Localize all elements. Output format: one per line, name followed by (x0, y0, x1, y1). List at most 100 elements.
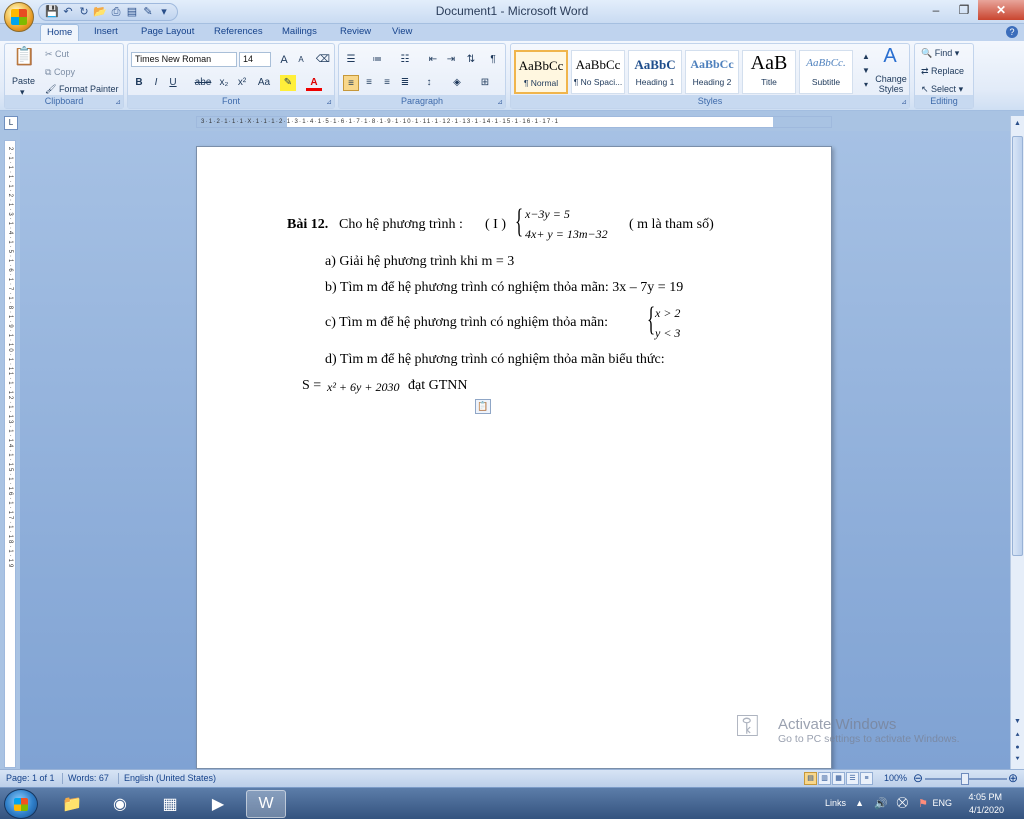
word-taskbar-icon[interactable]: W (246, 790, 286, 818)
paste-icon[interactable]: 📋 (13, 47, 35, 72)
font-name-dropdown[interactable]: Times New Roman (131, 52, 237, 67)
browser-icon[interactable]: ◉ (100, 790, 140, 818)
condition-1: x > 2 (655, 306, 681, 320)
font-dialog-launcher-icon[interactable]: ⊿ (326, 98, 332, 106)
close-button[interactable]: ✕ (978, 0, 1024, 20)
underline-button[interactable]: U (165, 75, 181, 91)
decrease-indent-icon[interactable]: ⇤ (425, 52, 441, 68)
sort-icon[interactable]: ⇅ (463, 52, 479, 68)
full-screen-reading-icon[interactable]: ▥ (818, 772, 831, 785)
volume-icon[interactable]: 🔊 (874, 797, 888, 810)
align-left-icon[interactable]: ≡ (343, 75, 359, 91)
shading-icon[interactable]: ◈ (449, 75, 465, 91)
subscript-button[interactable]: x₂ (216, 75, 232, 91)
zoom-slider-handle[interactable] (961, 773, 969, 785)
web-layout-icon[interactable]: ▦ (832, 772, 845, 785)
align-center-icon[interactable]: ≡ (361, 75, 377, 91)
superscript-button[interactable]: x² (234, 75, 250, 91)
action-center-icon[interactable]: ⚑ (918, 797, 928, 810)
styles-scroll-icon[interactable]: ▲ ▼ ▾ (858, 50, 874, 94)
previous-page-icon[interactable]: ⯅ (1011, 730, 1024, 742)
clipboard-dialog-launcher-icon[interactable]: ⊿ (115, 98, 121, 106)
style-heading-2[interactable]: AaBbCc Heading 2 (685, 50, 739, 94)
zoom-in-icon[interactable]: ⊕ (1008, 771, 1018, 785)
print-layout-icon[interactable]: ▤ (804, 772, 817, 785)
style-subtitle[interactable]: AaBbCc. Subtitle (799, 50, 853, 94)
file-explorer-icon[interactable]: 📁 (52, 790, 92, 818)
minimize-button[interactable]: – (922, 0, 950, 20)
bullets-icon[interactable]: ☰ (343, 52, 359, 68)
change-styles-icon[interactable]: A (879, 46, 901, 70)
highlight-icon[interactable]: ✎ (280, 75, 296, 91)
start-button[interactable] (4, 789, 38, 819)
draft-icon[interactable]: ≡ (860, 772, 873, 785)
style-normal[interactable]: AaBbCc ¶ Normal (514, 50, 568, 94)
tab-references[interactable]: References (208, 24, 269, 41)
media-player-icon[interactable]: ▶ (198, 790, 238, 818)
select-button[interactable]: ↖ Select ▾ (921, 84, 963, 95)
justify-icon[interactable]: ≣ (397, 75, 413, 91)
network-icon[interactable]: ⛒ (897, 797, 908, 810)
scroll-down-icon[interactable]: ▼ (1011, 716, 1024, 728)
vertical-ruler[interactable]: 2·1·1·1·1·2·1·3·1·4·1·5·1·6·1·7·1·8·1·9·… (4, 140, 16, 768)
style-no-spacing[interactable]: AaBbCc ¶ No Spaci... (571, 50, 625, 94)
show-formatting-icon[interactable]: ¶ (485, 52, 501, 68)
language-bar[interactable]: ENG (932, 798, 952, 808)
language-indicator[interactable]: English (United States) (124, 773, 216, 783)
tab-mailings[interactable]: Mailings (276, 24, 323, 41)
show-hidden-icons-icon[interactable]: ▲ (855, 798, 864, 808)
numbering-icon[interactable]: ≔ (369, 52, 385, 68)
style-title[interactable]: AaB Title (742, 50, 796, 94)
style-heading-1[interactable]: AaBbC Heading 1 (628, 50, 682, 94)
paste-options-icon[interactable]: 📋 (475, 399, 491, 414)
paste-button[interactable]: Paste (12, 76, 35, 86)
font-color-icon[interactable]: A (306, 75, 322, 91)
next-page-icon[interactable]: ⯆ (1011, 754, 1024, 766)
tab-home[interactable]: Home (40, 24, 80, 41)
find-button[interactable]: 🔍 Find ▾ (921, 48, 959, 59)
vertical-scrollbar[interactable]: ▲ ▼ ⯅ ● ⯆ (1010, 116, 1024, 769)
zoom-out-icon[interactable]: ⊖ (913, 771, 923, 785)
format-painter-button[interactable]: 🖌 Format Painter (45, 84, 118, 95)
word-count[interactable]: Words: 67 (68, 773, 109, 783)
select-browse-object-icon[interactable]: ● (1011, 742, 1024, 754)
strikethrough-button[interactable]: abe (192, 75, 214, 91)
tab-review[interactable]: Review (334, 24, 377, 41)
zoom-level[interactable]: 100% (884, 773, 907, 783)
document-page[interactable]: Bài 12. Cho hệ phương trình : ( I ) { x−… (196, 146, 832, 769)
restore-button[interactable]: ❐ (950, 0, 978, 20)
align-right-icon[interactable]: ≡ (379, 75, 395, 91)
tab-view[interactable]: View (386, 24, 418, 41)
styles-dialog-launcher-icon[interactable]: ⊿ (901, 98, 907, 106)
clock-time[interactable]: 4:05 PM (968, 792, 1002, 802)
grow-font-button[interactable]: A (276, 52, 292, 68)
clock-date[interactable]: 4/1/2020 (969, 805, 1004, 815)
paragraph-dialog-launcher-icon[interactable]: ⊿ (497, 98, 503, 106)
cut-button[interactable]: ✂ Cut (45, 49, 69, 60)
page-count[interactable]: Page: 1 of 1 (6, 773, 55, 783)
shrink-font-button[interactable]: A (293, 52, 309, 68)
italic-button[interactable]: I (148, 75, 164, 91)
scrollbar-thumb[interactable] (1012, 136, 1023, 556)
ruler-toggle-button[interactable]: L (4, 116, 18, 130)
change-styles-button[interactable]: Change Styles (874, 74, 908, 94)
app-icon[interactable]: ▦ (150, 790, 190, 818)
change-case-button[interactable]: Aa (254, 75, 274, 91)
outline-icon[interactable]: ☰ (846, 772, 859, 785)
tab-insert[interactable]: Insert (88, 24, 124, 41)
multilevel-list-icon[interactable]: ☷ (397, 52, 413, 68)
copy-button[interactable]: ⧉ Copy (45, 67, 75, 78)
horizontal-ruler[interactable]: 3·1·2·1·1·1·X·1·1·1·2·1·3·1·4·1·5·1·6·1·… (196, 116, 832, 128)
help-icon[interactable]: ? (1006, 26, 1018, 38)
font-size-dropdown[interactable]: 14 (239, 52, 271, 67)
line-spacing-icon[interactable]: ↕ (421, 75, 437, 91)
office-button[interactable] (4, 2, 34, 32)
increase-indent-icon[interactable]: ⇥ (443, 52, 459, 68)
tab-page-layout[interactable]: Page Layout (135, 24, 200, 41)
replace-button[interactable]: ⇄ Replace (921, 66, 964, 77)
bold-button[interactable]: B (131, 75, 147, 91)
scroll-up-icon[interactable]: ▲ (1011, 118, 1024, 130)
borders-icon[interactable]: ⊞ (477, 75, 493, 91)
clear-format-icon[interactable]: ⌫ (315, 52, 331, 68)
links-toolbar[interactable]: Links (825, 798, 846, 808)
